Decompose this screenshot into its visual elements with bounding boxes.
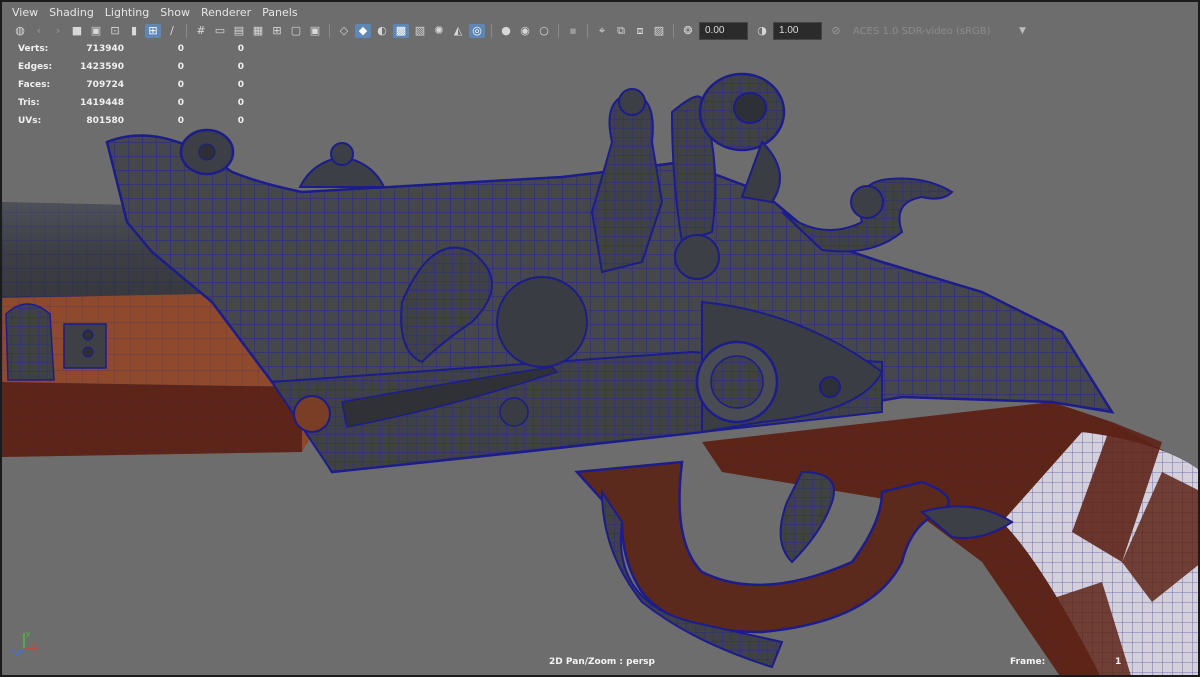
image-plane-icon[interactable]: ⊞	[145, 24, 161, 38]
exposure-field[interactable]	[699, 22, 748, 40]
panel-toolbar: ◍ ‹ › ■ ▣ ⊡ ▮ ⊞ ∕ # ▭ ▤ ▦ ⊞ ▢ ▣ ◇ ◆ ◐ ▩ …	[2, 22, 1198, 40]
frame-label: Frame:	[1010, 657, 1046, 667]
use-lights-icon[interactable]: ✺	[431, 24, 447, 38]
hud-value: 0	[237, 62, 244, 72]
hud-label: UVs:	[18, 116, 42, 126]
safe-action-icon[interactable]: ▢	[288, 24, 304, 38]
hud-label: Edges:	[18, 62, 53, 72]
menu-panels[interactable]: Panels	[260, 4, 306, 22]
hud-value: 0	[237, 80, 244, 90]
camera-icon[interactable]: ■	[69, 24, 85, 38]
wireframe-icon[interactable]: ◇	[336, 24, 352, 38]
hud-value: 709724	[86, 80, 124, 90]
hud-value: 0	[237, 44, 244, 54]
toolbar-separator	[186, 24, 187, 38]
menu-shading[interactable]: Shading	[47, 4, 103, 22]
xray-icon[interactable]: ◎	[469, 24, 485, 38]
ssao-icon[interactable]: ●	[498, 24, 514, 38]
isolate-select-icon[interactable]: ⌖	[594, 24, 610, 38]
color-management-icon[interactable]: ⊘	[828, 24, 844, 38]
menu-view[interactable]: View	[10, 4, 47, 22]
hud-value: 1423590	[80, 62, 124, 72]
grid-icon[interactable]: #	[193, 24, 209, 38]
toolbar-separator	[673, 24, 674, 38]
xray-joints-icon[interactable]: ⧉	[613, 24, 629, 38]
view-axis-icon: y x z	[11, 630, 38, 656]
hud-value: 0	[177, 98, 184, 108]
frame-value: 1	[1115, 657, 1122, 667]
toolbar-separator	[558, 24, 559, 38]
default-material-icon[interactable]: ◐	[374, 24, 390, 38]
color-space-dropdown[interactable]: ACES 1.0 SDR-video (sRGB)	[853, 26, 1013, 37]
chevron-down-icon[interactable]: ▼	[1019, 26, 1026, 36]
hud-row-uvs: UVs: 801580 0 0	[18, 112, 244, 130]
camera-attributes-icon[interactable]: ▣	[88, 24, 104, 38]
axis-y-label: y	[26, 630, 30, 638]
hud-value: 0	[237, 98, 244, 108]
smooth-shade-icon[interactable]: ◆	[355, 24, 371, 38]
panel-menu-bar: View Shading Lighting Show Renderer Pane…	[2, 4, 1198, 22]
hud-label: Faces:	[18, 80, 51, 90]
next-view-icon[interactable]: ›	[50, 24, 66, 38]
toolbar-separator	[587, 24, 588, 38]
maya-viewport-panel[interactable]: View Shading Lighting Show Renderer Pane…	[0, 0, 1200, 677]
resolution-gate-icon[interactable]: ▤	[231, 24, 247, 38]
hud-value: 801580	[86, 116, 124, 126]
wireframe-on-shaded-icon[interactable]: ▧	[412, 24, 428, 38]
hud-value: 1419448	[80, 98, 124, 108]
hud-label: Verts:	[18, 44, 49, 54]
menu-show[interactable]: Show	[158, 4, 199, 22]
menu-renderer[interactable]: Renderer	[199, 4, 260, 22]
toolbar-separator	[491, 24, 492, 38]
gate-mask-icon[interactable]: ▦	[250, 24, 266, 38]
film-gate-icon[interactable]: ▭	[212, 24, 228, 38]
toolbar-separator	[329, 24, 330, 38]
shadows-icon[interactable]: ◭	[450, 24, 466, 38]
depth-of-field-icon[interactable]: ▪	[565, 24, 581, 38]
exposure-icon[interactable]: ❂	[680, 24, 696, 38]
motion-blur-icon[interactable]: ◉	[517, 24, 533, 38]
field-chart-icon[interactable]: ⊞	[269, 24, 285, 38]
bookmark-icon[interactable]: ▮	[126, 24, 142, 38]
menu-lighting[interactable]: Lighting	[103, 4, 158, 22]
hud-label: Tris:	[18, 98, 40, 108]
hud-value: 0	[177, 80, 184, 90]
hud-value: 0	[237, 116, 244, 126]
hud-value: 713940	[86, 44, 124, 54]
hud-row-edges: Edges: 1423590 0 0	[18, 58, 244, 76]
poly-count-hud: Verts: 713940 0 0 Edges: 1423590 0 0 Fac…	[18, 40, 244, 130]
axis-z-label: z	[11, 648, 15, 656]
camera-lock-icon[interactable]: ⊡	[107, 24, 123, 38]
hud-value: 0	[177, 116, 184, 126]
hud-row-faces: Faces: 709724 0 0	[18, 76, 244, 94]
gamma-icon[interactable]: ◑	[754, 24, 770, 38]
textured-icon[interactable]: ▩	[393, 24, 409, 38]
two-d-pan-zoom-icon[interactable]: ∕	[164, 24, 180, 38]
backface-icon[interactable]: ▨	[651, 24, 667, 38]
anti-alias-icon[interactable]: ○	[536, 24, 552, 38]
hud-row-verts: Verts: 713940 0 0	[18, 40, 244, 58]
gamma-field[interactable]	[773, 22, 822, 40]
previous-view-icon[interactable]: ‹	[31, 24, 47, 38]
select-camera-icon[interactable]: ◍	[12, 24, 28, 38]
hud-row-tris: Tris: 1419448 0 0	[18, 94, 244, 112]
hud-value: 0	[177, 62, 184, 72]
xray-active-icon[interactable]: ⧈	[632, 24, 648, 38]
axis-x-label: x	[32, 641, 36, 649]
hud-value: 0	[177, 44, 184, 54]
stock[interactable]	[702, 402, 1200, 677]
safe-title-icon[interactable]: ▣	[307, 24, 323, 38]
